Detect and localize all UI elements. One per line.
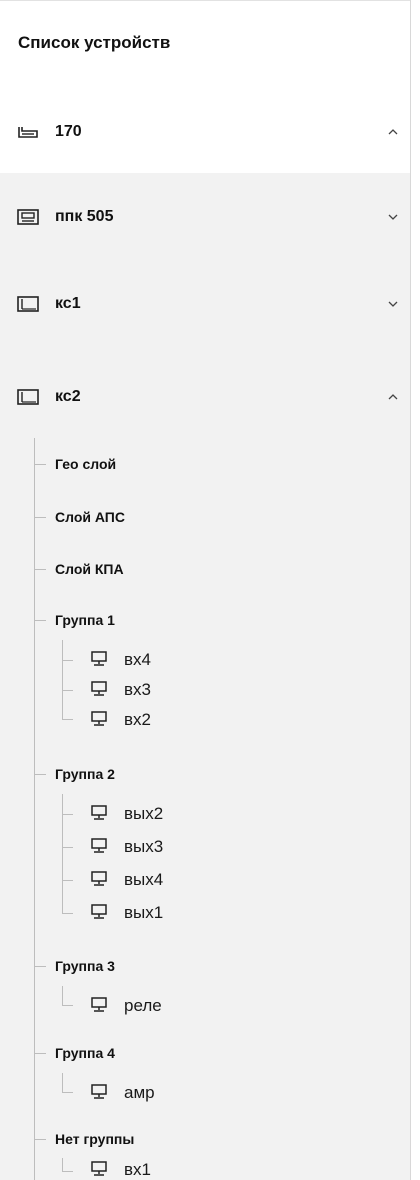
device-label: 170 [55,123,82,140]
computer-icon [91,711,107,726]
tree-branch [62,880,73,881]
tree-branch [34,1139,46,1140]
switch-icon [18,127,38,138]
io-item[interactable]: вых2 [124,804,163,824]
device-label: кс1 [55,295,81,312]
computer-icon [91,1161,107,1176]
tree-branch [62,899,73,914]
io-item[interactable]: вх2 [124,710,151,730]
computer-icon [91,904,107,919]
tree-guide-line [34,438,35,1180]
device-label: кс2 [55,388,81,405]
io-item[interactable]: амр [124,1083,155,1103]
tree-branch [62,986,73,1006]
group-item[interactable]: Группа 2 [55,766,115,782]
computer-icon [91,997,107,1012]
group-item[interactable]: Группа 3 [55,958,115,974]
computer-icon [91,681,107,696]
layer-item[interactable]: Слой АПС [55,509,125,525]
io-item[interactable]: вых3 [124,837,163,857]
subtree-line [62,640,63,685]
display-device-icon [17,296,39,312]
tree-branch [62,685,73,720]
chevron-up-icon[interactable] [386,125,400,139]
layer-item[interactable]: Слой КПА [55,561,124,577]
io-item[interactable]: вх4 [124,650,151,670]
io-item[interactable]: вых4 [124,870,163,890]
io-item[interactable]: вх1 [124,1160,151,1180]
tree-branch [62,1158,73,1172]
chevron-up-icon[interactable] [386,390,400,404]
io-item[interactable]: реле [124,996,162,1016]
computer-icon [91,838,107,853]
chevron-down-icon[interactable] [386,210,400,224]
group-item[interactable]: Группа 4 [55,1045,115,1061]
tree-branch [62,660,73,661]
device-row-170[interactable]: 170 [0,112,410,152]
tree-branch [34,464,46,465]
top-border [0,0,410,1]
io-item[interactable]: вых1 [124,903,163,923]
layer-item[interactable]: Гео слой [55,456,116,472]
tree-branch [62,847,73,848]
tree-branch [34,966,46,967]
io-item[interactable]: вх3 [124,680,151,700]
tree-branch [62,1073,73,1093]
tree-branch [34,620,46,621]
computer-icon [91,871,107,886]
device-row-ks1[interactable]: кс1 [0,284,410,324]
group-item[interactable]: Группа 1 [55,612,115,628]
computer-icon [91,805,107,820]
tree-branch [34,774,46,775]
group-item[interactable]: Нет группы [55,1131,134,1147]
device-list-panel: Список устройств 170 ппк 505 кс1 кс2 Гео… [0,0,410,1180]
device-row-ppk505[interactable]: ппк 505 [0,197,410,237]
tree-branch [34,517,46,518]
display-device-icon [17,389,39,405]
panel-right-border [410,0,411,1180]
device-label: ппк 505 [55,208,114,225]
tree-branch [62,814,73,815]
computer-icon [91,1084,107,1099]
chevron-down-icon[interactable] [386,297,400,311]
computer-icon [91,651,107,666]
panel-title: Список устройств [18,33,171,52]
device-row-ks2[interactable]: кс2 [0,377,410,417]
tree-branch [34,569,46,570]
tree-branch [34,1053,46,1054]
panel-device-icon [17,209,39,225]
